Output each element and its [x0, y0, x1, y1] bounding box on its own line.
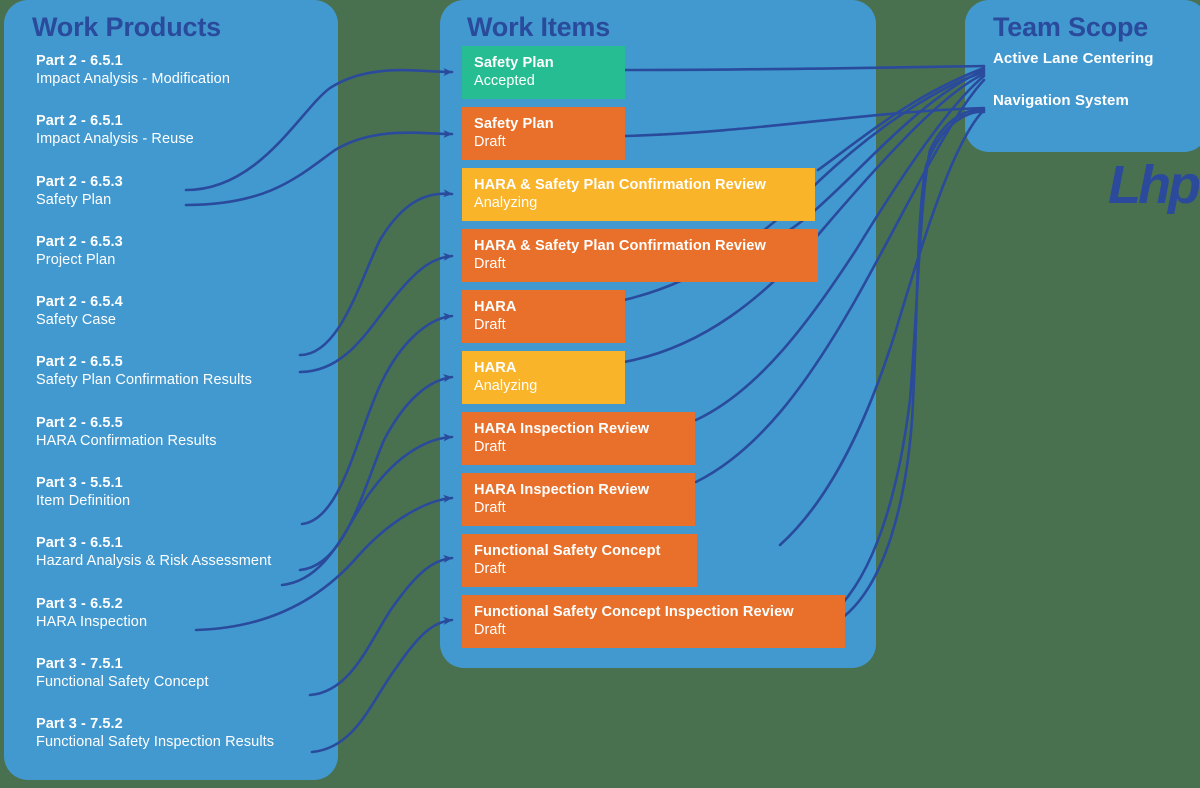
team-scope-list: Active Lane Centering Navigation System: [993, 50, 1153, 134]
work-product-code: Part 3 - 7.5.2: [36, 716, 123, 733]
work-product-code: Part 3 - 6.5.2: [36, 595, 123, 612]
work-product-item[interactable]: Part 3 - 7.5.1 Functional Safety Concept: [36, 655, 336, 715]
work-product-name: HARA Confirmation Results: [36, 432, 217, 449]
work-item-status: Draft: [474, 317, 506, 333]
work-product-item[interactable]: Part 2 - 6.5.3 Project Plan: [36, 233, 336, 293]
work-item-card[interactable]: Safety Plan Accepted: [462, 46, 625, 99]
work-item-card[interactable]: HARA Analyzing: [462, 351, 625, 404]
work-items-list: Safety Plan Accepted Safety Plan Draft HARA …: [462, 46, 845, 656]
work-product-name: Safety Plan: [36, 191, 112, 208]
work-products-list: Part 2 - 6.5.1 Impact Analysis - Modifica…: [36, 52, 336, 776]
work-item-card[interactable]: Functional Safety Concept Draft: [462, 534, 697, 587]
work-product-item[interactable]: Part 3 - 5.5.1 Item Definition: [36, 474, 336, 534]
work-item-status: Analyzing: [474, 195, 538, 211]
work-product-item[interactable]: Part 2 - 6.5.1 Impact Analysis - Modifica…: [36, 52, 336, 112]
work-product-name: Item Definition: [36, 493, 131, 510]
work-product-name: Project Plan: [36, 251, 116, 268]
work-product-code: Part 2 - 6.5.1: [36, 53, 123, 69]
work-product-item[interactable]: Part 2 - 6.5.3 Safety Plan: [36, 173, 336, 233]
lhp-logo: Lhp: [1108, 155, 1200, 215]
work-item-card[interactable]: HARA Draft: [462, 290, 625, 343]
work-item-card[interactable]: Safety Plan Draft: [462, 107, 625, 160]
work-product-item[interactable]: Part 2 - 6.5.5 Safety Plan Confirmation R…: [36, 353, 336, 413]
work-product-item[interactable]: Part 3 - 6.5.1 Hazard Analysis & Risk Ass…: [36, 534, 336, 594]
team-scope-item[interactable]: Active Lane Centering: [993, 50, 1153, 92]
work-item-title: HARA & Safety Plan Confirmation Review: [474, 177, 766, 193]
work-item-status: Draft: [474, 561, 506, 577]
work-item-card[interactable]: HARA & Safety Plan Confirmation Review Dr…: [462, 229, 818, 282]
work-item-status: Analyzing: [474, 378, 538, 394]
work-product-name: Functional Safety Inspection Results: [36, 734, 275, 751]
work-product-item[interactable]: Part 2 - 6.5.4 Safety Case: [36, 293, 336, 353]
work-item-status: Accepted: [474, 73, 535, 89]
work-item-title: HARA Inspection Review: [474, 482, 650, 498]
work-item-card[interactable]: HARA Inspection Review Draft: [462, 473, 695, 526]
work-item-card[interactable]: Functional Safety Concept Inspection Rev…: [462, 595, 845, 648]
work-item-title: HARA: [474, 299, 517, 315]
work-item-card[interactable]: HARA & Safety Plan Confirmation Review An…: [462, 168, 815, 221]
work-item-title: HARA: [474, 360, 517, 376]
work-product-name: Impact Analysis - Reuse: [36, 131, 194, 148]
work-item-status: Draft: [474, 622, 506, 638]
page-title-work-items: Work Items: [467, 12, 611, 42]
work-product-name: Safety Plan Confirmation Results: [36, 372, 252, 389]
work-product-item[interactable]: Part 3 - 7.5.2 Functional Safety Inspecti…: [36, 715, 336, 775]
work-product-code: Part 2 - 6.5.5: [36, 414, 123, 431]
work-product-item[interactable]: Part 2 - 6.5.1 Impact Analysis - Reuse: [36, 112, 336, 172]
work-product-code: Part 2 - 6.5.4: [36, 294, 123, 311]
work-item-card[interactable]: HARA Inspection Review Draft: [462, 412, 695, 465]
work-item-title: Functional Safety Concept Inspection Rev…: [474, 604, 794, 620]
work-product-name: HARA Inspection: [36, 613, 148, 630]
work-product-code: Part 2 - 6.5.3: [36, 173, 123, 190]
work-product-name: Hazard Analysis & Risk Assessment: [36, 553, 272, 570]
work-product-code: Part 2 - 6.5.1: [36, 113, 123, 130]
page-title-team-scope: Team Scope: [993, 12, 1149, 42]
work-product-code: Part 3 - 5.5.1: [36, 475, 123, 492]
diagram-canvas: Work Products Work Items Team Scope Part…: [0, 0, 1200, 788]
page-title-work-products: Work Products: [32, 12, 221, 42]
work-product-code: Part 3 - 7.5.1: [36, 655, 123, 672]
work-item-status: Draft: [474, 500, 506, 516]
work-item-title: HARA & Safety Plan Confirmation Review: [474, 238, 766, 254]
work-product-code: Part 3 - 6.5.1: [36, 535, 123, 552]
work-product-code: Part 2 - 6.5.5: [36, 354, 123, 371]
work-product-name: Safety Case: [36, 312, 117, 329]
work-item-title: HARA Inspection Review: [474, 421, 650, 437]
work-product-item[interactable]: Part 3 - 6.5.2 HARA Inspection: [36, 595, 336, 655]
work-item-status: Draft: [474, 256, 506, 272]
work-item-title: Functional Safety Concept: [474, 543, 661, 559]
work-product-code: Part 2 - 6.5.3: [36, 233, 123, 250]
work-product-item[interactable]: Part 2 - 6.5.5 HARA Confirmation Results: [36, 414, 336, 474]
work-item-title: Safety Plan: [474, 116, 554, 132]
work-product-name: Impact Analysis - Modification: [36, 71, 230, 87]
work-item-status: Draft: [474, 134, 506, 150]
work-item-title: Safety Plan: [474, 55, 554, 71]
team-scope-item[interactable]: Navigation System: [993, 92, 1153, 134]
work-item-status: Draft: [474, 439, 506, 455]
work-product-name: Functional Safety Concept: [36, 673, 209, 690]
